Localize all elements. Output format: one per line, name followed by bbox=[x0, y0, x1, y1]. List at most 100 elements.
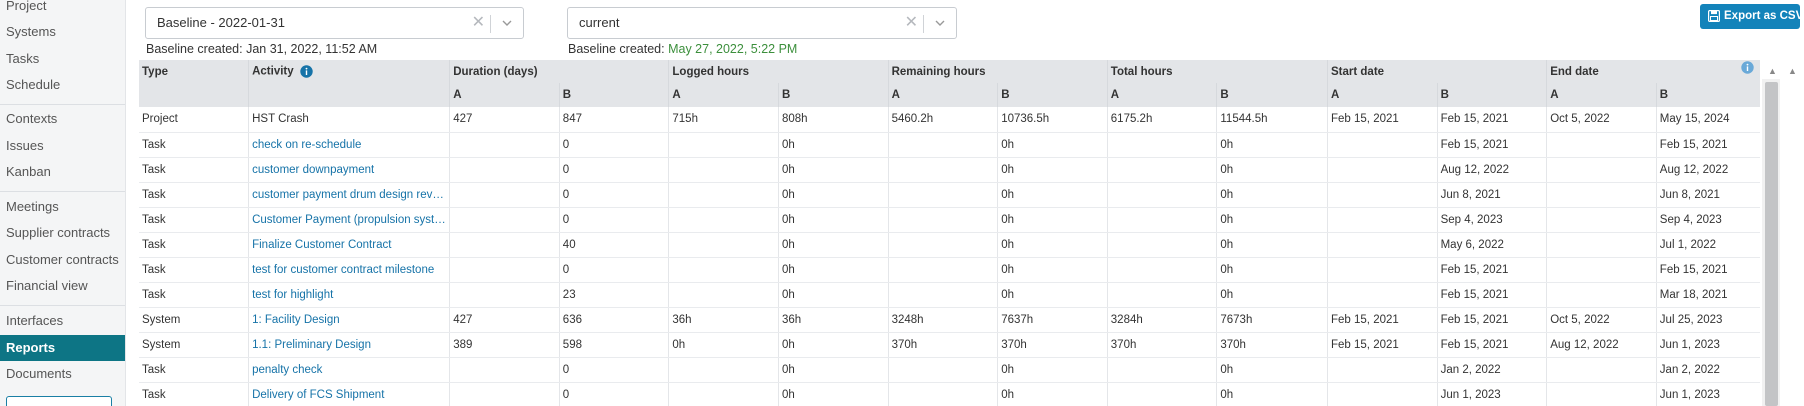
header-activity[interactable]: Activity bbox=[248, 60, 450, 83]
baseline-a-created: Baseline created: Jan 31, 2022, 11:52 AM bbox=[146, 42, 377, 56]
table-subheader-row: A B A B A B A B A B A B bbox=[139, 83, 1760, 107]
cell-logged-a bbox=[668, 282, 779, 308]
clear-icon[interactable]: ✕ bbox=[905, 8, 918, 38]
cell-logged-a bbox=[668, 157, 779, 183]
cell-activity[interactable]: test for customer contract milestone bbox=[248, 257, 450, 283]
sidebar-item-supplier-contracts[interactable]: Supplier contracts bbox=[0, 220, 125, 246]
cell-activity[interactable]: Customer Payment (propulsion syste… bbox=[248, 207, 450, 233]
cell-end-b: Jun 1, 2023 bbox=[1655, 382, 1760, 406]
table-row[interactable]: Task Delivery of FCS Shipment 0 0h 0h 0h Jun 1… bbox=[139, 382, 1760, 406]
cell-end-a bbox=[1546, 382, 1657, 406]
header-remaining-hours[interactable]: Remaining hours bbox=[887, 60, 1108, 83]
subheader-a: A bbox=[668, 83, 779, 107]
cell-total-b: 11544.5h bbox=[1216, 107, 1328, 133]
header-type[interactable]: Type bbox=[139, 60, 249, 83]
table-row[interactable]: System 1: Facility Design 427 636 36h 36h 3248… bbox=[139, 307, 1760, 333]
table-row[interactable]: Task test for highlight 23 0h 0h 0h Feb 15, 20… bbox=[139, 282, 1760, 308]
info-icon[interactable] bbox=[1741, 61, 1754, 74]
cell-activity[interactable]: customer downpayment bbox=[248, 157, 450, 183]
sidebar-item-kanban[interactable]: Kanban bbox=[0, 159, 125, 185]
table-row[interactable]: Task check on re-schedule 0 0h 0h 0h Feb 15, 2… bbox=[139, 132, 1760, 158]
cell-remaining-b: 7637h bbox=[997, 307, 1108, 333]
cell-remaining-b: 0h bbox=[997, 182, 1108, 208]
table-row[interactable]: Task customer payment drum design review 0… bbox=[139, 182, 1760, 208]
sidebar-item-documents[interactable]: Documents bbox=[0, 361, 125, 387]
cell-end-a bbox=[1546, 232, 1657, 258]
baseline-b-select[interactable]: current ✕ bbox=[567, 7, 957, 39]
sidebar-item-issues[interactable]: Issues bbox=[0, 133, 125, 159]
sidebar-item-interfaces[interactable]: Interfaces bbox=[0, 308, 125, 334]
cell-remaining-a bbox=[887, 132, 998, 158]
info-icon[interactable] bbox=[300, 65, 313, 78]
sidebar-item-customer-contracts[interactable]: Customer contracts bbox=[0, 247, 125, 273]
header-end-date[interactable]: End date bbox=[1546, 60, 1760, 83]
cell-start-a bbox=[1327, 232, 1438, 258]
cell-total-b: 0h bbox=[1216, 182, 1328, 208]
subheader-a: A bbox=[887, 83, 998, 107]
cell-activity[interactable]: Delivery of FCS Shipment bbox=[248, 382, 450, 406]
sidebar-item-schedule[interactable]: Schedule bbox=[0, 72, 125, 98]
table-row[interactable]: Task penalty check 0 0h 0h 0h Jan 2, 2022 Jan 2… bbox=[139, 357, 1760, 383]
cell-type: Task bbox=[139, 232, 249, 258]
header-total-hours[interactable]: Total hours bbox=[1106, 60, 1328, 83]
table-row[interactable]: System 1.1: Preliminary Design 389 598 0h 0h 3… bbox=[139, 332, 1760, 358]
table-row[interactable]: Project HST Crash 427 847 715h 808h 5460.2h 107… bbox=[139, 107, 1760, 133]
cell-end-b: Mar 18, 2021 bbox=[1655, 282, 1760, 308]
cell-duration-b: 847 bbox=[558, 107, 669, 133]
sidebar-item-meetings[interactable]: Meetings bbox=[0, 194, 125, 220]
scrollbar-thumb[interactable] bbox=[1765, 82, 1778, 406]
cell-start-b: Feb 15, 2021 bbox=[1436, 132, 1547, 158]
sidebar-item-reports[interactable]: Reports bbox=[0, 335, 125, 361]
cell-activity[interactable]: test for highlight bbox=[248, 282, 450, 308]
sidebar-action-button[interactable] bbox=[6, 396, 112, 406]
cell-activity[interactable]: penalty check bbox=[248, 357, 450, 383]
cell-duration-a bbox=[449, 357, 560, 383]
sidebar-item-systems[interactable]: Systems bbox=[0, 19, 125, 45]
scroll-up-icon[interactable]: ▲ bbox=[1768, 66, 1777, 76]
cell-logged-b: 0h bbox=[777, 332, 889, 358]
table-row[interactable]: Task test for customer contract milestone… bbox=[139, 257, 1760, 283]
cell-total-a bbox=[1106, 182, 1217, 208]
sidebar: Project Systems Tasks Schedule Contexts … bbox=[0, 0, 126, 406]
sidebar-item-financial-view[interactable]: Financial view bbox=[0, 273, 125, 299]
scroll-up-icon[interactable]: ▲ bbox=[1788, 66, 1797, 76]
cell-duration-b: 0 bbox=[558, 207, 669, 233]
subheader-b: B bbox=[997, 83, 1108, 107]
cell-activity[interactable]: 1.1: Preliminary Design bbox=[248, 332, 450, 358]
subheader-empty bbox=[248, 83, 450, 107]
sidebar-item-tasks[interactable]: Tasks bbox=[0, 46, 125, 72]
cell-duration-a bbox=[449, 232, 560, 258]
chevron-down-icon[interactable] bbox=[500, 16, 514, 30]
baseline-a-select[interactable]: Baseline - 2022-01-31 ✕ bbox=[145, 7, 524, 39]
cell-start-b: Feb 15, 2021 bbox=[1436, 257, 1547, 283]
export-csv-button[interactable]: Export as CSV bbox=[1700, 4, 1803, 29]
cell-remaining-a: 3248h bbox=[887, 307, 998, 333]
cell-remaining-a bbox=[887, 382, 998, 406]
subheader-b: B bbox=[777, 83, 889, 107]
cell-duration-a: 427 bbox=[449, 107, 560, 133]
header-duration[interactable]: Duration (days) bbox=[449, 60, 669, 83]
clear-icon[interactable]: ✕ bbox=[472, 8, 485, 38]
header-logged-hours[interactable]: Logged hours bbox=[668, 60, 889, 83]
cell-start-b: Aug 12, 2022 bbox=[1436, 157, 1547, 183]
table-row[interactable]: Task customer downpayment 0 0h 0h 0h Aug 12, 2… bbox=[139, 157, 1760, 183]
cell-type: Task bbox=[139, 182, 249, 208]
cell-activity[interactable]: Finalize Customer Contract bbox=[248, 232, 450, 258]
table-row[interactable]: Task Customer Payment (propulsion syste… 0… bbox=[139, 207, 1760, 233]
cell-duration-a bbox=[449, 382, 560, 406]
cell-duration-a bbox=[449, 157, 560, 183]
cell-activity[interactable]: 1: Facility Design bbox=[248, 307, 450, 333]
cell-end-a: Oct 5, 2022 bbox=[1546, 307, 1657, 333]
sidebar-item-project[interactable]: Project bbox=[0, 0, 125, 19]
cell-total-a bbox=[1106, 232, 1217, 258]
cell-activity[interactable]: customer payment drum design review bbox=[248, 182, 450, 208]
chevron-down-icon[interactable] bbox=[933, 16, 947, 30]
cell-start-a bbox=[1327, 157, 1438, 183]
table-row[interactable]: Task Finalize Customer Contract 40 0h 0h 0h Ma… bbox=[139, 232, 1760, 258]
cell-end-a bbox=[1546, 282, 1657, 308]
cell-activity[interactable]: check on re-schedule bbox=[248, 132, 450, 158]
cell-remaining-a bbox=[887, 257, 998, 283]
sidebar-item-contexts[interactable]: Contexts bbox=[0, 106, 125, 132]
header-start-date[interactable]: Start date bbox=[1326, 60, 1547, 83]
sidebar-divider bbox=[0, 104, 125, 105]
